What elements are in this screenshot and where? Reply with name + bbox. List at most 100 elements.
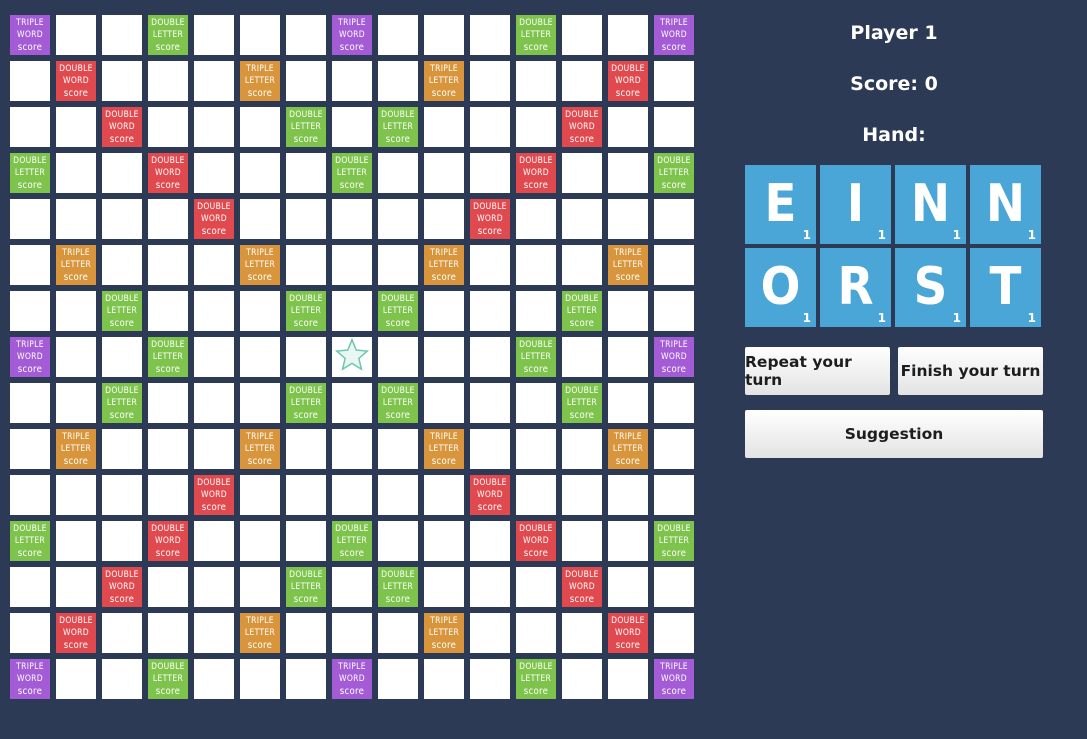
board-cell[interactable] (286, 245, 326, 285)
board-cell[interactable] (424, 291, 464, 331)
board-cell[interactable] (240, 15, 280, 55)
board-cell[interactable] (148, 291, 188, 331)
board-cell[interactable] (194, 291, 234, 331)
board-cell[interactable] (286, 613, 326, 653)
board-cell-double-word[interactable]: Double Word score (516, 153, 556, 193)
board-cell[interactable] (470, 613, 510, 653)
board-cell[interactable] (332, 567, 372, 607)
board-cell[interactable] (194, 245, 234, 285)
board-cell[interactable] (654, 429, 694, 469)
board-cell-double-letter[interactable]: Double Letter score (378, 383, 418, 423)
board-cell[interactable] (378, 613, 418, 653)
board-cell[interactable] (470, 107, 510, 147)
board-cell[interactable] (608, 567, 648, 607)
board-cell-triple-word[interactable]: Triple Word score (10, 15, 50, 55)
board-cell-triple-letter[interactable]: Triple Letter score (240, 429, 280, 469)
board-cell[interactable] (562, 199, 602, 239)
hand-tile[interactable]: E1 (745, 165, 816, 244)
board-cell[interactable] (470, 659, 510, 699)
board-cell[interactable] (654, 291, 694, 331)
board-cell[interactable] (10, 107, 50, 147)
board-cell[interactable] (194, 567, 234, 607)
board-cell[interactable] (332, 383, 372, 423)
board-cell-double-word[interactable]: Double Word score (102, 107, 142, 147)
board-cell-triple-letter[interactable]: Triple Letter score (240, 245, 280, 285)
board-cell[interactable] (10, 613, 50, 653)
board-cell[interactable] (194, 429, 234, 469)
board-cell[interactable] (608, 107, 648, 147)
board-cell-double-letter[interactable]: Double Letter score (562, 383, 602, 423)
board-cell[interactable] (516, 245, 556, 285)
board-cell[interactable] (562, 429, 602, 469)
board-cell[interactable] (608, 521, 648, 561)
board-cell[interactable] (378, 61, 418, 101)
board-cell-double-letter[interactable]: Double Letter score (332, 153, 372, 193)
board-cell[interactable] (102, 475, 142, 515)
board-cell-double-letter[interactable]: Double Letter score (654, 153, 694, 193)
board-cell[interactable] (240, 199, 280, 239)
board-cell[interactable] (194, 383, 234, 423)
board-cell[interactable] (470, 383, 510, 423)
board-cell[interactable] (10, 429, 50, 469)
board-cell-double-word[interactable]: Double Word score (102, 567, 142, 607)
board-cell-double-word[interactable]: Double Word score (148, 521, 188, 561)
board-cell-double-letter[interactable]: Double Letter score (286, 291, 326, 331)
board-cell-double-word[interactable]: Double Word score (516, 521, 556, 561)
board-cell-triple-word[interactable]: Triple Word score (332, 659, 372, 699)
finish-turn-button[interactable]: Finish your turn (898, 347, 1043, 395)
board-cell-triple-letter[interactable]: Triple Letter score (240, 61, 280, 101)
board-cell[interactable] (470, 245, 510, 285)
board-cell[interactable] (10, 475, 50, 515)
board-cell[interactable] (332, 475, 372, 515)
board-cell-double-letter[interactable]: Double Letter score (654, 521, 694, 561)
board-cell-triple-word[interactable]: Triple Word score (332, 15, 372, 55)
board-cell[interactable] (286, 199, 326, 239)
board-cell[interactable] (378, 15, 418, 55)
board-cell-triple-word[interactable]: Triple Word score (654, 15, 694, 55)
board-cell-double-letter[interactable]: Double Letter score (516, 337, 556, 377)
board-cell-double-letter[interactable]: Double Letter score (378, 291, 418, 331)
board-cell-triple-word[interactable]: Triple Word score (654, 337, 694, 377)
board-cell[interactable] (240, 475, 280, 515)
suggestion-button[interactable]: Suggestion (745, 410, 1043, 458)
board-cell[interactable] (470, 429, 510, 469)
board-cell-triple-word[interactable]: Triple Word score (10, 659, 50, 699)
board-cell[interactable] (102, 61, 142, 101)
board-cell[interactable] (378, 199, 418, 239)
board-cell[interactable] (424, 659, 464, 699)
board-cell[interactable] (332, 245, 372, 285)
board-cell-double-letter[interactable]: Double Letter score (148, 15, 188, 55)
board-cell[interactable] (654, 383, 694, 423)
board-cell[interactable] (470, 61, 510, 101)
board-cell[interactable] (286, 153, 326, 193)
board-cell[interactable] (148, 567, 188, 607)
board-cell-triple-letter[interactable]: Triple Letter score (608, 245, 648, 285)
board-cell[interactable] (470, 337, 510, 377)
board-cell-triple-letter[interactable]: Triple Letter score (424, 61, 464, 101)
board-cell[interactable] (332, 291, 372, 331)
board-cell[interactable] (378, 429, 418, 469)
board-cell[interactable] (148, 245, 188, 285)
board-cell[interactable] (516, 429, 556, 469)
board-cell[interactable] (470, 15, 510, 55)
board-cell[interactable] (286, 475, 326, 515)
board-cell[interactable] (240, 521, 280, 561)
board-cell-double-word[interactable]: Double Word score (148, 153, 188, 193)
board-cell[interactable] (56, 291, 96, 331)
board-cell-double-letter[interactable]: Double Letter score (378, 567, 418, 607)
board-cell[interactable] (56, 383, 96, 423)
board-cell-double-word[interactable]: Double Word score (56, 613, 96, 653)
board-cell[interactable] (194, 659, 234, 699)
board-cell[interactable] (424, 567, 464, 607)
board-cell[interactable] (608, 153, 648, 193)
hand-tile[interactable]: S1 (895, 248, 966, 327)
board-cell-double-letter[interactable]: Double Letter score (10, 521, 50, 561)
board-cell[interactable] (654, 475, 694, 515)
board-cell-double-word[interactable]: Double Word score (194, 199, 234, 239)
board-cell[interactable] (654, 107, 694, 147)
board-cell[interactable] (378, 153, 418, 193)
board-cell[interactable] (516, 567, 556, 607)
board-cell[interactable] (102, 245, 142, 285)
board-cell[interactable] (102, 521, 142, 561)
board-cell[interactable] (148, 383, 188, 423)
